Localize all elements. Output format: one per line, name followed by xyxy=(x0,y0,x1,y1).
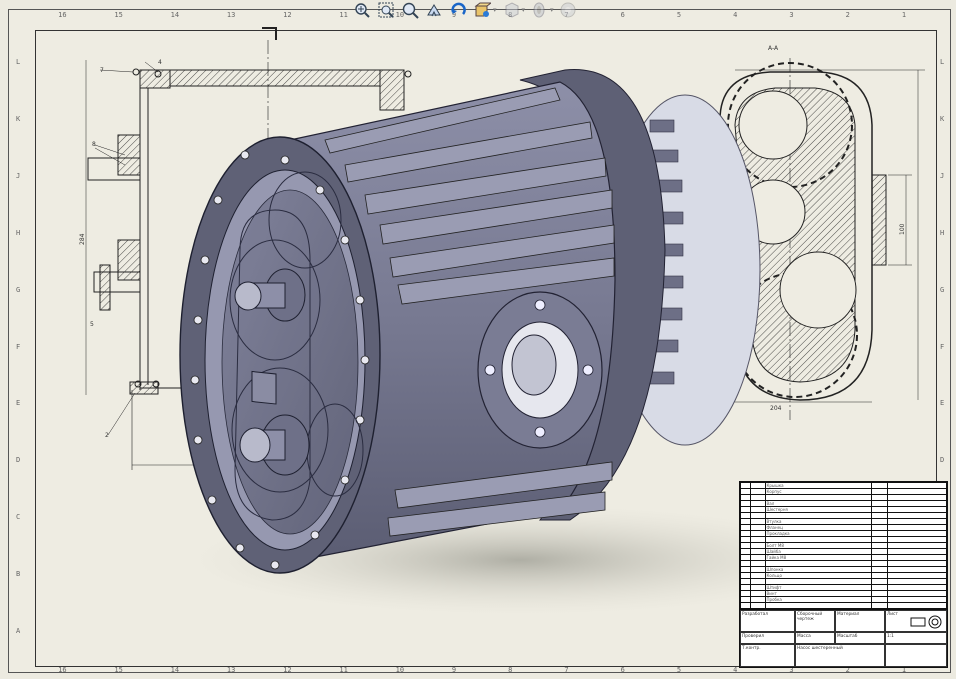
dropdown-caret-icon[interactable]: ▾ xyxy=(493,6,497,14)
bill-of-materials: Крышка Корпус Вал Шестерня Втулка Фланец Прокл… xyxy=(739,481,948,615)
rotate-view-icon xyxy=(451,2,466,15)
title-cell: Материал xyxy=(835,610,885,632)
svg-text:204: 204 xyxy=(770,405,782,412)
zoom-to-fit-button[interactable] xyxy=(352,1,372,19)
zoom-to-area-button[interactable] xyxy=(376,1,396,19)
heads-up-view-toolbar: ▾ ▾ ▾ xyxy=(352,0,578,20)
drawing-viewport[interactable]: 16151413121110987654321 1615141312111098… xyxy=(0,0,956,679)
zoom-in-out-icon xyxy=(402,2,419,19)
svg-text:A-A: A-A xyxy=(768,45,779,52)
zoom-in-out-button[interactable] xyxy=(400,1,420,19)
title-block: Разработал Сборочный чертеж Материал Лис… xyxy=(739,609,948,668)
view-orientation-icon xyxy=(474,2,491,17)
svg-text:2: 2 xyxy=(105,432,109,439)
svg-text:100: 100 xyxy=(899,223,906,235)
rotate-view-button[interactable] xyxy=(448,1,468,19)
title-cell xyxy=(885,644,947,667)
display-style-button[interactable] xyxy=(501,1,521,19)
title-cell: Насос шестеренный xyxy=(795,644,885,667)
svg-text:4: 4 xyxy=(158,59,162,66)
svg-text:5: 5 xyxy=(90,321,94,328)
title-cell: Масштаб xyxy=(835,632,885,644)
edit-appearance-icon xyxy=(560,2,576,18)
pan-button[interactable] xyxy=(424,1,444,19)
title-cell: Т.контр. xyxy=(740,644,795,667)
zoom-to-area-icon xyxy=(378,2,394,18)
title-cell: Разработал xyxy=(740,610,795,632)
hide-show-items-icon xyxy=(533,2,545,18)
pan-icon xyxy=(427,4,441,17)
title-cell: Сборочный чертеж xyxy=(795,610,835,632)
title-cell: Проверил xyxy=(740,632,795,644)
svg-text:7: 7 xyxy=(100,67,104,74)
display-style-icon xyxy=(505,2,519,18)
hide-show-items-button[interactable] xyxy=(529,1,549,19)
dropdown-caret-icon[interactable]: ▾ xyxy=(522,6,526,14)
projection-symbol-icon xyxy=(910,615,942,629)
title-cell: Масса xyxy=(795,632,835,644)
svg-text:8: 8 xyxy=(92,141,96,148)
dropdown-caret-icon[interactable]: ▾ xyxy=(550,6,554,14)
edit-appearance-button[interactable] xyxy=(558,1,578,19)
svg-text:284: 284 xyxy=(79,233,86,245)
title-cell: 1:1 xyxy=(885,632,947,644)
view-orientation-button[interactable] xyxy=(472,1,492,19)
zoom-to-fit-icon xyxy=(355,3,370,18)
